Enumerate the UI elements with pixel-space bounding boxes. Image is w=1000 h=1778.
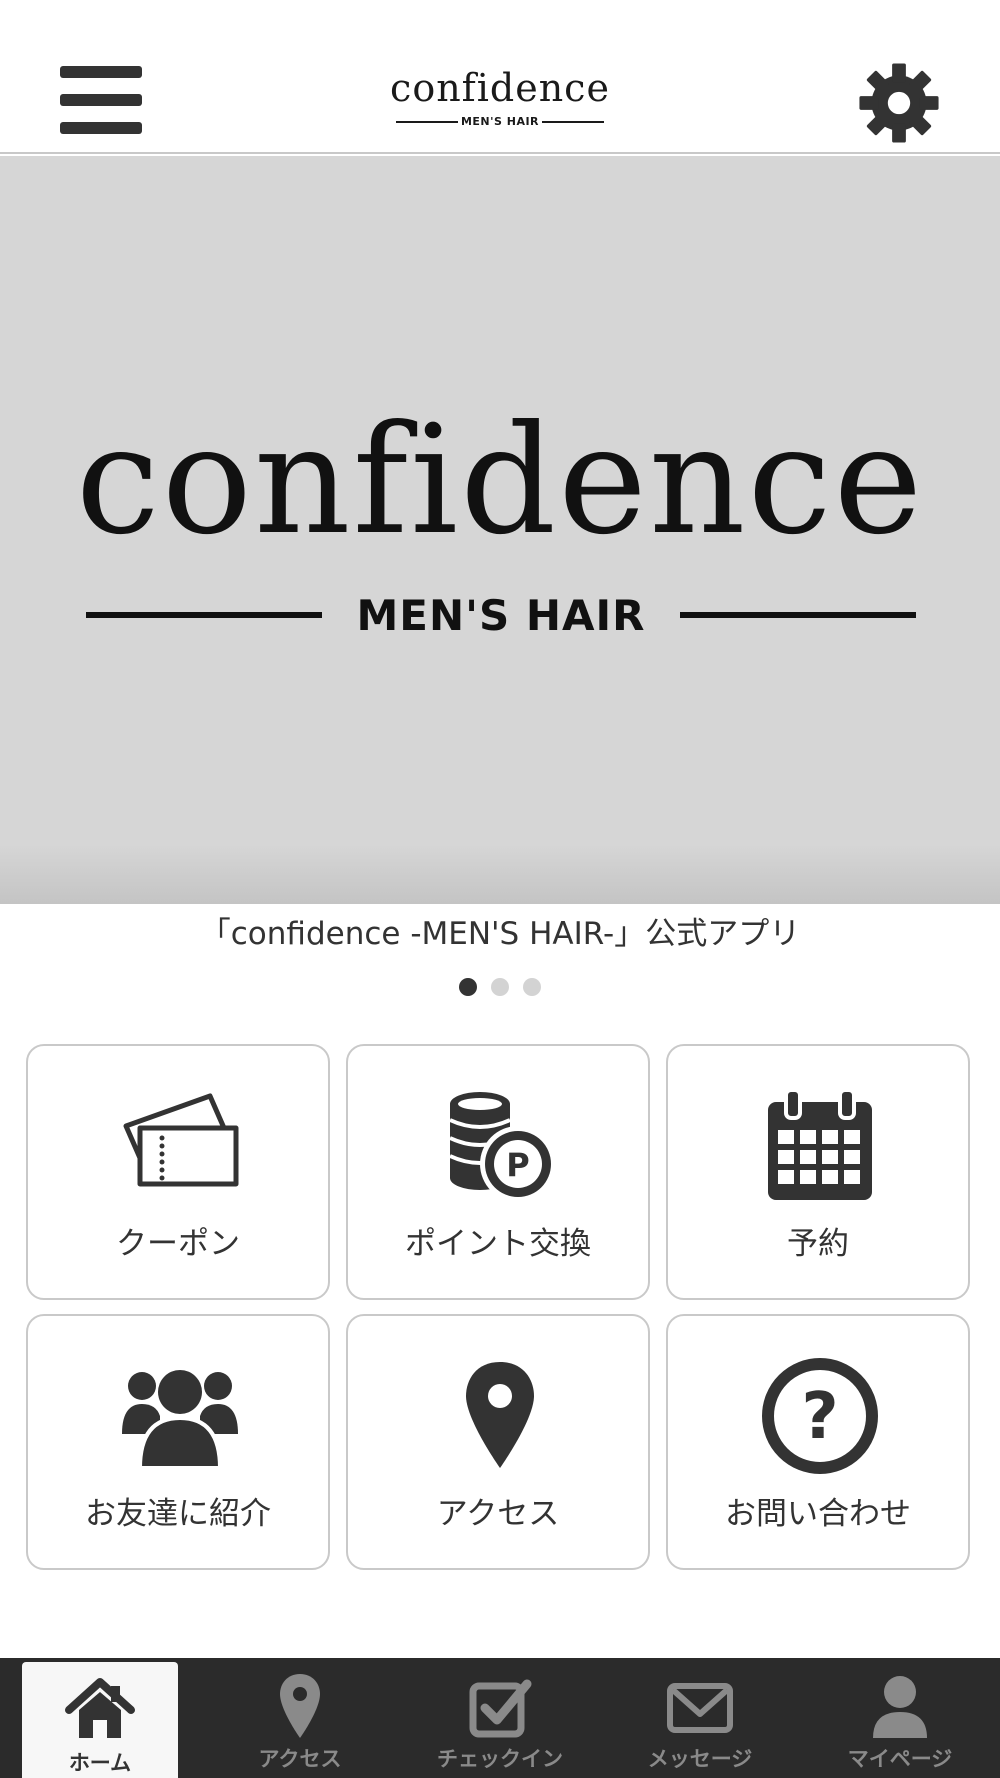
tab-home[interactable]: ホーム — [22, 1662, 178, 1778]
app-header: confidence MEN'S HAIR — [0, 0, 1000, 154]
tab-label: ホーム — [68, 1751, 132, 1775]
user-icon — [873, 1676, 927, 1738]
tab-label: メッセージ — [647, 1747, 753, 1771]
menu-tile-label: 予約 — [787, 1226, 849, 1262]
tab-message[interactable]: メッセージ — [600, 1658, 800, 1778]
menu-tile-label: お問い合わせ — [725, 1496, 911, 1532]
svg-text:?: ? — [801, 1380, 838, 1454]
header-logo-sub-text: MEN'S HAIR — [460, 115, 540, 128]
hero-logo-word: confidence — [75, 394, 925, 568]
menu-tile-label: アクセス — [436, 1496, 560, 1532]
header-logo-word: confidence — [390, 66, 610, 110]
menu-tile-points[interactable]: P ポイント交換 — [346, 1044, 650, 1300]
points-icon: P — [449, 1092, 556, 1202]
menu-tile-label: ポイント交換 — [405, 1226, 591, 1262]
menu-tile-contact[interactable]: ? お問い合わせ — [666, 1314, 970, 1570]
hero-logo-sub: MEN'S HAIR — [86, 586, 916, 646]
menu-bar — [60, 122, 142, 134]
tab-label: マイページ — [847, 1747, 953, 1771]
tab-mypage[interactable]: マイページ — [800, 1658, 1000, 1778]
home-icon — [65, 1678, 135, 1738]
header-logo-sub: MEN'S HAIR — [390, 110, 610, 130]
coupon-icon — [123, 1093, 239, 1187]
checkin-icon — [469, 1679, 532, 1738]
menu-tile-access[interactable]: アクセス — [346, 1314, 650, 1570]
menu-bar — [60, 66, 142, 78]
tab-checkin[interactable]: チェックイン — [400, 1658, 600, 1778]
tab-label: アクセス — [258, 1747, 342, 1771]
menu-tile-coupon[interactable]: クーポン — [26, 1044, 330, 1300]
menu-tile-label: クーポン — [116, 1226, 240, 1262]
hero-caption: 「confidence -MEN'S HAIR-」公式アプリ — [199, 916, 801, 952]
gear-icon — [859, 63, 939, 143]
bottom-tab-bar: ホーム アクセス チェックイン メッセージ マイページ — [0, 1658, 1000, 1778]
header-logo: confidence MEN'S HAIR — [390, 68, 610, 132]
friends-icon — [122, 1370, 238, 1470]
question-icon: ? — [762, 1358, 878, 1474]
carousel-indicator — [0, 978, 1000, 998]
svg-text:P: P — [506, 1146, 529, 1184]
hero-logo-line-right — [680, 612, 916, 618]
menu-bar — [60, 94, 142, 106]
mail-icon — [667, 1683, 733, 1733]
carousel-dot-2[interactable] — [491, 978, 509, 996]
menu-tile-label: お友達に紹介 — [85, 1496, 271, 1532]
menu-tile-refer-friend[interactable]: お友達に紹介 — [26, 1314, 330, 1570]
settings-button[interactable] — [856, 60, 942, 146]
calendar-icon — [768, 1088, 872, 1200]
menu-tile-reservation[interactable]: 予約 — [666, 1044, 970, 1300]
hero-banner[interactable]: confidence MEN'S HAIR — [0, 156, 1000, 904]
map-pin-icon — [280, 1674, 320, 1738]
map-pin-icon — [466, 1362, 534, 1468]
hamburger-menu-button[interactable] — [60, 66, 142, 138]
carousel-dot-3[interactable] — [523, 978, 541, 996]
carousel-dot-1[interactable] — [459, 978, 477, 996]
tab-label: チェックイン — [437, 1747, 563, 1771]
tab-access[interactable]: アクセス — [200, 1658, 400, 1778]
